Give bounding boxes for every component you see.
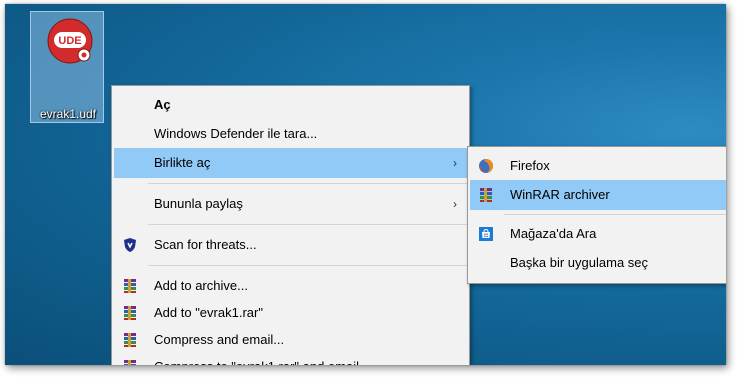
firefox-icon [479,159,493,173]
submenu-item-store-search[interactable]: Mağaza'da Ara [470,219,726,249]
menu-item-defender-scan[interactable]: Windows Defender ile tara... [114,119,467,149]
menu-separator [148,224,467,225]
menu-item-label: Bununla paylaş [154,196,243,211]
udf-file-icon: UDE [47,18,93,64]
menu-item-scan-threats[interactable]: Scan for threats... [114,230,467,260]
menu-item-label: Compress to "evrak1.rar" and email [154,352,359,365]
menu-item-label: Aç [154,97,171,112]
screenshot-frame: UDE evrak1.udf Aç Windows Defender ile t… [5,4,726,365]
menu-item-compress-rar-email[interactable]: Compress to "evrak1.rar" and email [114,352,467,365]
svg-text:UDE: UDE [58,35,81,47]
menu-item-label: Add to archive... [154,278,248,293]
chevron-right-icon: › [453,156,457,170]
menu-item-label: Windows Defender ile tara... [154,126,318,141]
menu-item-open-with[interactable]: Birlikte aç › [114,148,467,178]
menu-item-label: Compress and email... [154,332,285,347]
chevron-right-icon: › [453,197,457,211]
submenu-item-firefox[interactable]: Firefox [470,151,726,181]
winrar-icon [124,333,136,347]
submenu-item-label: WinRAR archiver [510,187,610,202]
submenu-item-choose-other-app[interactable]: Başka bir uygulama seç [470,248,726,278]
submenu-item-winrar[interactable]: WinRAR archiver [470,180,726,210]
winrar-icon [124,279,136,293]
menu-item-open[interactable]: Aç [114,90,467,120]
menu-separator [504,214,726,215]
menu-item-compress-email[interactable]: Compress and email... [114,325,467,355]
submenu-item-label: Firefox [510,158,550,173]
menu-item-add-to-rar[interactable]: Add to "evrak1.rar" [114,298,467,328]
menu-item-label: Scan for threats... [154,237,257,252]
open-with-submenu: Firefox WinRAR archiver Mağaza'da Ara Ba… [467,146,726,284]
menu-item-share[interactable]: Bununla paylaş › [114,189,467,219]
menu-item-add-to-archive[interactable]: Add to archive... [114,271,467,301]
menu-separator [148,183,467,184]
store-icon [479,227,493,241]
desktop-file-icon[interactable]: UDE evrak1.udf [30,11,104,123]
winrar-icon [480,188,492,202]
shield-icon [124,238,136,252]
desktop-file-label: evrak1.udf [39,107,97,121]
winrar-icon [124,360,136,365]
submenu-item-label: Mağaza'da Ara [510,226,597,241]
context-menu: Aç Windows Defender ile tara... Birlikte… [111,85,470,365]
winrar-icon [124,306,136,320]
menu-separator [148,265,467,266]
menu-item-label: Add to "evrak1.rar" [154,305,263,320]
menu-item-label: Birlikte aç [154,155,211,170]
submenu-item-label: Başka bir uygulama seç [510,255,649,270]
